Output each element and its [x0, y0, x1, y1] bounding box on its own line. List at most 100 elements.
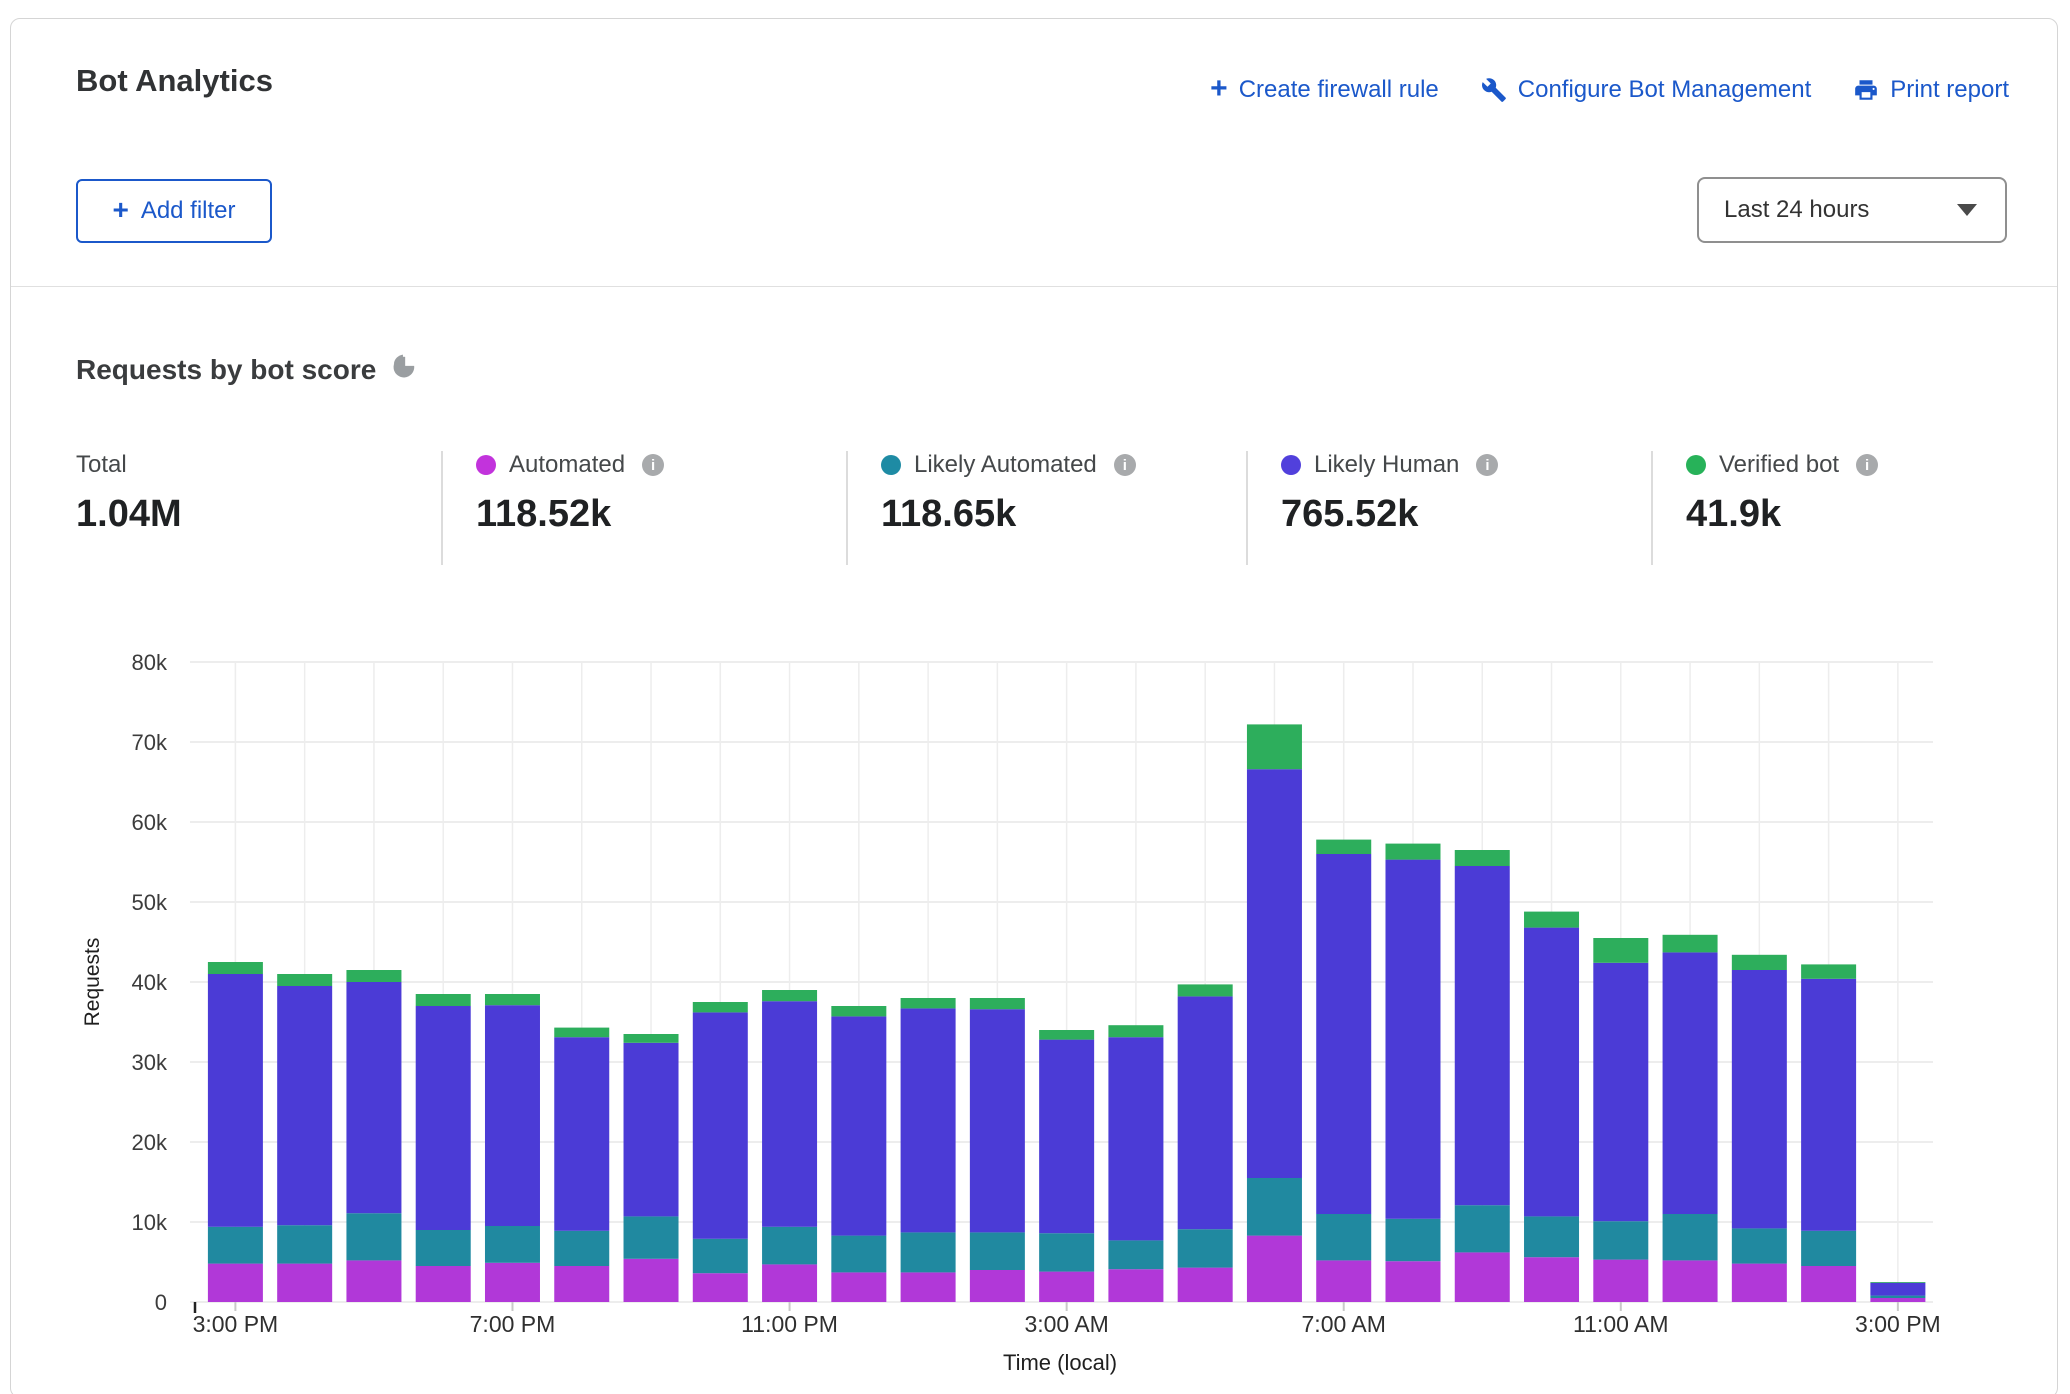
bar-segment-verified-bot[interactable] [1870, 1282, 1925, 1283]
bar-segment-automated[interactable] [970, 1270, 1025, 1302]
bar-segment-automated[interactable] [277, 1264, 332, 1302]
bar-segment-automated[interactable] [1178, 1268, 1233, 1302]
bar-segment-likely-human[interactable] [1524, 928, 1579, 1217]
bar-segment-verified-bot[interactable] [1247, 724, 1302, 769]
bar-segment-likely-human[interactable] [624, 1043, 679, 1217]
bar-segment-automated[interactable] [1316, 1260, 1371, 1302]
bar-segment-automated[interactable] [346, 1260, 401, 1302]
bar-segment-verified-bot[interactable] [1524, 912, 1579, 928]
bar-segment-likely-automated[interactable] [693, 1239, 748, 1273]
bar-segment-likely-human[interactable] [970, 1009, 1025, 1232]
bar-segment-likely-human[interactable] [485, 1005, 540, 1226]
bar-segment-likely-automated[interactable] [416, 1230, 471, 1266]
bar-segment-verified-bot[interactable] [831, 1006, 886, 1016]
bar-segment-verified-bot[interactable] [416, 994, 471, 1006]
bar-segment-automated[interactable] [1455, 1252, 1510, 1302]
bar-segment-likely-human[interactable] [1316, 854, 1371, 1214]
bar-segment-automated[interactable] [624, 1259, 679, 1302]
bar-segment-likely-automated[interactable] [1732, 1228, 1787, 1263]
bar-segment-verified-bot[interactable] [1801, 964, 1856, 978]
bar-segment-likely-automated[interactable] [1108, 1240, 1163, 1269]
bar-segment-verified-bot[interactable] [277, 974, 332, 986]
bar-segment-automated[interactable] [1870, 1298, 1925, 1302]
bar-segment-verified-bot[interactable] [1732, 955, 1787, 970]
info-icon[interactable]: i [1856, 454, 1878, 476]
bar-segment-automated[interactable] [831, 1272, 886, 1302]
bar-segment-automated[interactable] [554, 1266, 609, 1302]
info-icon[interactable]: i [1114, 454, 1136, 476]
bar-segment-likely-human[interactable] [1385, 860, 1440, 1219]
bar-segment-likely-human[interactable] [1732, 970, 1787, 1228]
bar-segment-automated[interactable] [1385, 1261, 1440, 1302]
bar-segment-likely-human[interactable] [554, 1037, 609, 1231]
bar-segment-automated[interactable] [208, 1264, 263, 1302]
bar-segment-automated[interactable] [901, 1272, 956, 1302]
bar-segment-automated[interactable] [1593, 1260, 1648, 1302]
bar-segment-automated[interactable] [1247, 1236, 1302, 1302]
add-filter-button[interactable]: + Add filter [76, 179, 272, 243]
bar-segment-likely-automated[interactable] [208, 1227, 263, 1264]
bar-segment-automated[interactable] [762, 1264, 817, 1302]
bar-segment-likely-automated[interactable] [1316, 1214, 1371, 1260]
bar-segment-likely-automated[interactable] [1593, 1221, 1648, 1259]
bar-segment-automated[interactable] [1524, 1257, 1579, 1302]
bar-segment-likely-automated[interactable] [1455, 1205, 1510, 1252]
bar-segment-verified-bot[interactable] [1663, 935, 1718, 953]
bar-segment-likely-automated[interactable] [970, 1232, 1025, 1270]
bar-segment-likely-automated[interactable] [901, 1232, 956, 1272]
bar-segment-verified-bot[interactable] [762, 990, 817, 1001]
bar-segment-automated[interactable] [1039, 1272, 1094, 1302]
configure-bot-management-link[interactable]: Configure Bot Management [1481, 76, 1812, 104]
time-range-dropdown[interactable]: Last 24 hours [1697, 177, 2007, 243]
bar-segment-likely-automated[interactable] [277, 1225, 332, 1263]
bar-segment-verified-bot[interactable] [901, 998, 956, 1008]
bar-segment-likely-human[interactable] [1663, 952, 1718, 1214]
bar-segment-likely-human[interactable] [346, 982, 401, 1213]
bar-segment-verified-bot[interactable] [1455, 850, 1510, 866]
bar-segment-likely-automated[interactable] [1870, 1296, 1925, 1298]
info-icon[interactable]: i [642, 454, 664, 476]
bar-segment-likely-automated[interactable] [346, 1213, 401, 1260]
bar-segment-automated[interactable] [1732, 1264, 1787, 1302]
bar-segment-automated[interactable] [693, 1273, 748, 1302]
bar-segment-verified-bot[interactable] [346, 970, 401, 982]
bar-segment-likely-human[interactable] [1247, 769, 1302, 1178]
bar-segment-likely-automated[interactable] [831, 1236, 886, 1273]
bar-segment-likely-automated[interactable] [554, 1231, 609, 1266]
bar-segment-likely-human[interactable] [1801, 979, 1856, 1231]
bar-segment-automated[interactable] [1663, 1260, 1718, 1302]
bar-segment-likely-human[interactable] [208, 974, 263, 1227]
bar-segment-likely-automated[interactable] [762, 1227, 817, 1265]
bar-segment-verified-bot[interactable] [1593, 938, 1648, 963]
bar-segment-verified-bot[interactable] [624, 1034, 679, 1043]
bar-segment-verified-bot[interactable] [1039, 1030, 1094, 1040]
bar-segment-automated[interactable] [1801, 1266, 1856, 1302]
bar-segment-automated[interactable] [416, 1266, 471, 1302]
bar-segment-verified-bot[interactable] [1178, 984, 1233, 996]
bar-segment-likely-automated[interactable] [624, 1216, 679, 1258]
bar-segment-likely-automated[interactable] [1385, 1219, 1440, 1261]
bar-segment-verified-bot[interactable] [1316, 840, 1371, 854]
bar-segment-likely-automated[interactable] [1247, 1178, 1302, 1236]
bar-segment-automated[interactable] [1108, 1269, 1163, 1302]
bar-segment-verified-bot[interactable] [554, 1028, 609, 1038]
bar-segment-likely-human[interactable] [416, 1006, 471, 1230]
bar-segment-verified-bot[interactable] [485, 994, 540, 1005]
bar-segment-likely-automated[interactable] [1039, 1233, 1094, 1271]
bar-segment-likely-human[interactable] [762, 1001, 817, 1227]
bar-segment-likely-automated[interactable] [1663, 1214, 1718, 1260]
bar-segment-verified-bot[interactable] [1108, 1025, 1163, 1037]
bar-segment-likely-human[interactable] [1593, 963, 1648, 1221]
bar-segment-likely-human[interactable] [831, 1016, 886, 1235]
bar-segment-likely-human[interactable] [277, 986, 332, 1225]
bar-segment-verified-bot[interactable] [1385, 844, 1440, 860]
bar-segment-likely-automated[interactable] [1801, 1231, 1856, 1266]
bar-segment-likely-human[interactable] [1178, 996, 1233, 1229]
bar-segment-likely-human[interactable] [1039, 1040, 1094, 1234]
print-report-link[interactable]: Print report [1853, 76, 2009, 104]
bar-segment-verified-bot[interactable] [208, 962, 263, 974]
bar-segment-verified-bot[interactable] [970, 998, 1025, 1009]
bar-segment-likely-human[interactable] [1870, 1283, 1925, 1296]
create-firewall-rule-link[interactable]: + Create firewall rule [1210, 75, 1439, 105]
bar-segment-likely-automated[interactable] [1524, 1216, 1579, 1257]
